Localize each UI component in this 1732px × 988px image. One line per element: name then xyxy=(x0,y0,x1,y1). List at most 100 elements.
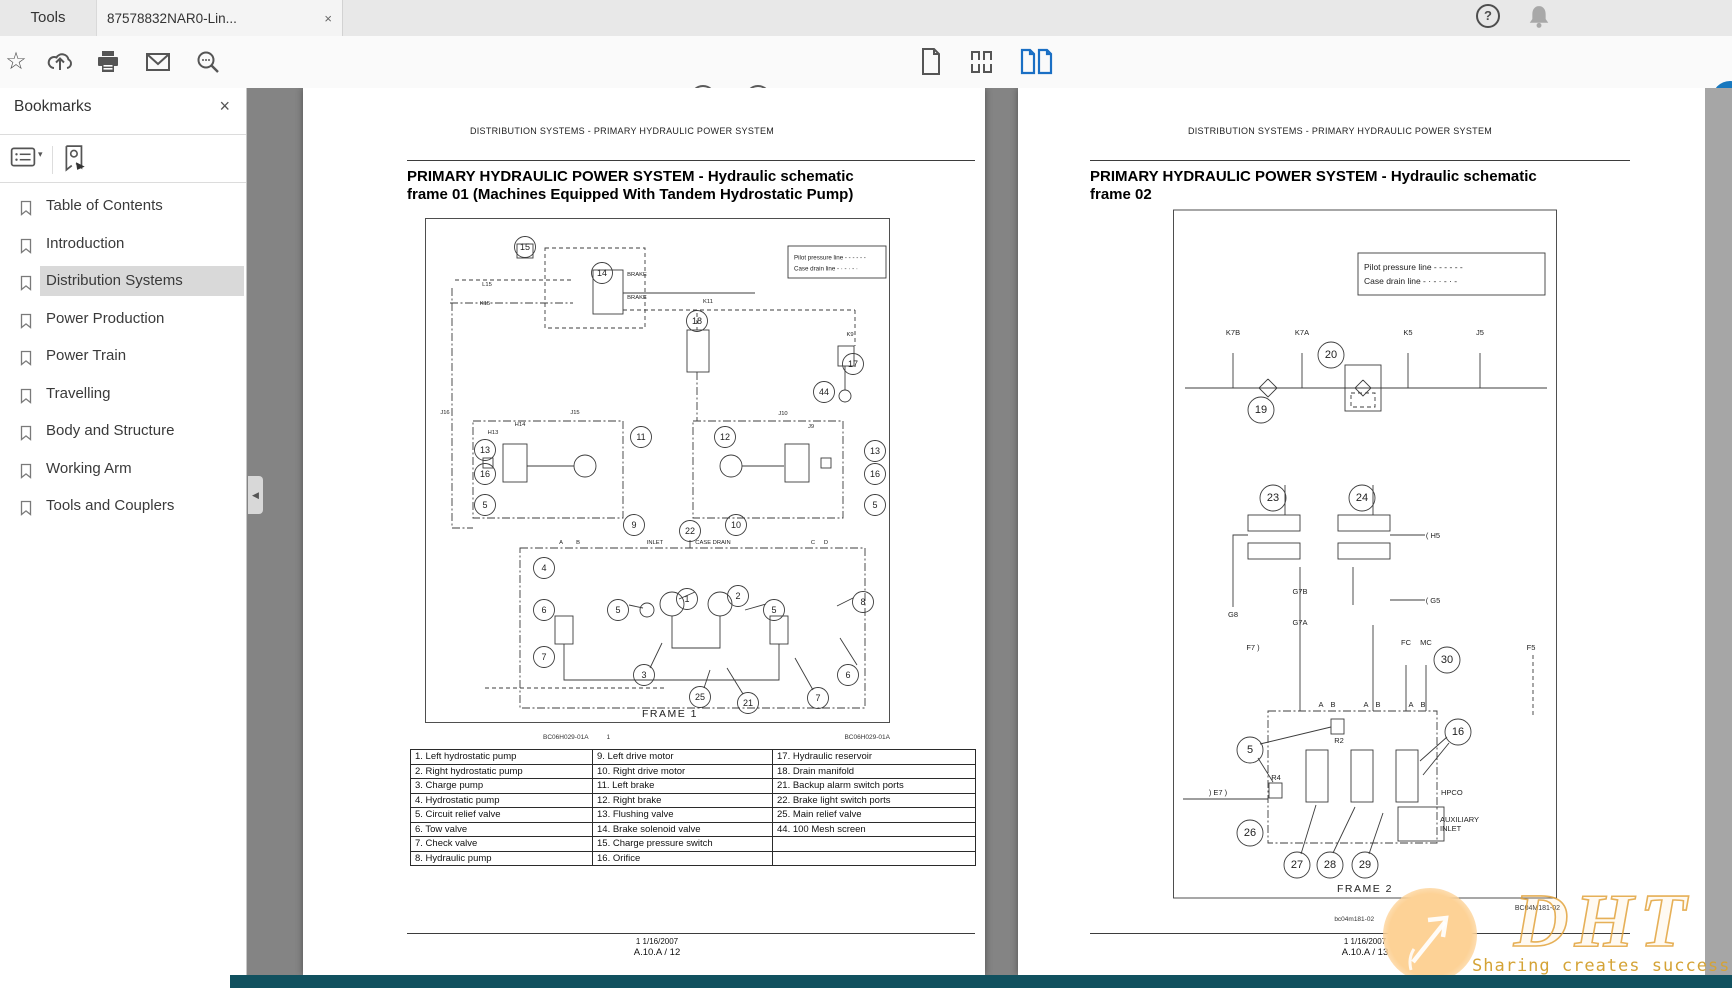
legend-box: Pilot pressure line - - - - - -Case drai… xyxy=(1358,253,1545,295)
tab-close-icon[interactable]: × xyxy=(324,11,332,26)
legend-cell xyxy=(773,837,976,852)
port-label: K5 xyxy=(1403,328,1412,337)
svg-text:13: 13 xyxy=(870,446,880,456)
callout-5: 5 xyxy=(865,495,886,516)
svg-text:8: 8 xyxy=(860,597,865,607)
bookmark-item[interactable]: Travelling xyxy=(0,379,246,415)
callout-7: 7 xyxy=(808,688,829,709)
bookmark-item[interactable]: Table of Contents xyxy=(0,191,246,227)
callout-21: 21 xyxy=(738,693,759,714)
bookmark-icon xyxy=(18,238,34,254)
callout-44: 44 xyxy=(814,382,835,403)
figure-code: BC06H029-01A xyxy=(723,734,890,741)
email-icon[interactable] xyxy=(144,48,172,76)
callout-5: 5 xyxy=(764,600,785,621)
svg-text:24: 24 xyxy=(1356,492,1368,504)
port-label: CASE DRAIN xyxy=(695,540,730,546)
table-row: 5. Circuit relief valve13. Flushing valv… xyxy=(411,808,976,823)
callout-13: 13 xyxy=(475,440,496,461)
callout-5: 5 xyxy=(1237,737,1263,763)
watermark-brand: DHT xyxy=(1478,872,1728,967)
svg-text:5: 5 xyxy=(872,500,877,510)
single-page-view-icon[interactable] xyxy=(919,47,947,75)
port-label: H13 xyxy=(488,430,499,436)
bookmark-item[interactable]: Working Arm xyxy=(0,454,246,490)
favorite-star-icon[interactable]: ☆ xyxy=(2,48,30,76)
svg-text:13: 13 xyxy=(480,445,490,455)
bookmark-item-label: Distribution Systems xyxy=(40,266,244,296)
bookmark-item[interactable]: Introduction xyxy=(0,229,246,265)
bookmark-item[interactable]: Power Production xyxy=(0,304,246,340)
bookmark-item[interactable]: Power Train xyxy=(0,341,246,377)
port-label: K11 xyxy=(703,299,713,305)
scrolling-view-icon[interactable] xyxy=(968,48,996,76)
port-label: HPCO xyxy=(1441,788,1463,797)
two-page-view-icon[interactable] xyxy=(1020,48,1048,76)
options-caret-icon[interactable]: ▾ xyxy=(38,149,43,160)
tab-document[interactable]: 87578832NAR0-Lin... × xyxy=(97,0,343,36)
bookmarks-close-icon[interactable]: × xyxy=(219,96,230,117)
port-label: INLET xyxy=(1440,824,1462,833)
tab-document-label: 87578832NAR0-Lin... xyxy=(107,11,318,26)
svg-text:16: 16 xyxy=(870,469,880,479)
svg-text:4: 4 xyxy=(541,563,546,573)
divider xyxy=(407,933,975,934)
svg-text:18: 18 xyxy=(692,316,702,326)
bookmark-item[interactable]: Distribution Systems xyxy=(0,266,246,302)
callout-8: 8 xyxy=(853,592,874,613)
callout-15: 15 xyxy=(515,237,536,258)
port-label: B xyxy=(1375,700,1380,709)
legend-cell: 15. Charge pressure switch xyxy=(593,837,773,852)
bookmark-list: Table of ContentsIntroduction Distributio… xyxy=(0,189,246,527)
bookmark-item[interactable]: Tools and Couplers xyxy=(0,491,246,527)
callout-25: 25 xyxy=(690,687,711,708)
callout-23: 23 xyxy=(1260,485,1286,511)
port-label: J15 xyxy=(570,410,579,416)
tab-tools[interactable]: Tools xyxy=(0,0,97,36)
port-label: J5 xyxy=(1476,328,1484,337)
svg-text:12: 12 xyxy=(720,432,730,442)
table-row: 1. Left hydrostatic pump9. Left drive mo… xyxy=(411,750,976,765)
port-label: B xyxy=(1330,700,1335,709)
hydraulic-schematic-frame2: Pilot pressure line - - - - - -Case drai… xyxy=(1173,195,1557,900)
legend-cell: 12. Right brake xyxy=(593,793,773,808)
table-row: 2. Right hydrostatic pump10. Right drive… xyxy=(411,764,976,779)
callout-28: 28 xyxy=(1317,852,1343,878)
svg-text:5: 5 xyxy=(482,500,487,510)
bookmark-item[interactable]: Body and Structure xyxy=(0,416,246,452)
legend-cell: 21. Backup alarm switch ports xyxy=(773,779,976,794)
running-header: DISTRIBUTION SYSTEMS - PRIMARY HYDRAULIC… xyxy=(1090,126,1590,136)
share-upload-icon[interactable] xyxy=(46,48,74,76)
frame-label: FRAME 1 xyxy=(642,708,698,720)
locate-bookmark-icon[interactable] xyxy=(62,144,88,177)
sidebar-collapse-button[interactable]: ◀ xyxy=(248,476,263,514)
callout-14: 14 xyxy=(592,263,613,284)
bell-icon[interactable] xyxy=(1526,4,1552,30)
legend-cell: 7. Check valve xyxy=(411,837,593,852)
svg-text:17: 17 xyxy=(848,359,858,369)
svg-text:5: 5 xyxy=(771,605,776,615)
port-label: C xyxy=(811,540,815,546)
bookmark-options-icon[interactable] xyxy=(10,146,36,173)
port-label: AUXILIARY xyxy=(1440,815,1479,824)
port-label: B xyxy=(1420,700,1425,709)
legend-cell: 44. 100 Mesh screen xyxy=(773,822,976,837)
bookmark-icon xyxy=(18,500,34,516)
callout-24: 24 xyxy=(1349,485,1375,511)
scrollbar-track[interactable] xyxy=(1705,88,1732,975)
watermark-tagline: Sharing creates success xyxy=(1472,956,1730,976)
legend-cell: 2. Right hydrostatic pump xyxy=(411,764,593,779)
bookmarks-title: Bookmarks xyxy=(14,98,92,116)
legend-cell: 1. Left hydrostatic pump xyxy=(411,750,593,765)
acrobat-window: Tools 87578832NAR0-Lin... × ? ☆ xyxy=(0,0,1732,988)
port-label: B xyxy=(576,540,580,546)
port-label: A xyxy=(1318,700,1323,709)
bookmark-item-label: Introduction xyxy=(40,229,244,259)
callout-10: 10 xyxy=(726,515,747,536)
search-zoom-icon[interactable] xyxy=(194,48,222,76)
help-icon[interactable]: ? xyxy=(1476,4,1500,28)
print-icon[interactable] xyxy=(94,48,122,76)
svg-text:15: 15 xyxy=(520,242,530,252)
callout-6: 6 xyxy=(534,600,555,621)
table-row: 7. Check valve15. Charge pressure switch xyxy=(411,837,976,852)
